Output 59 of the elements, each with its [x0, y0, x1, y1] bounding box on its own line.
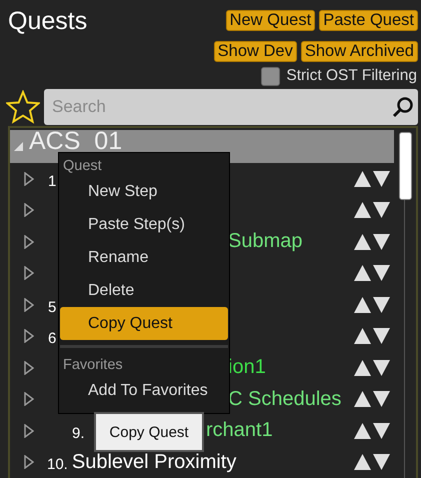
menu-item[interactable]: Rename	[60, 241, 228, 274]
filter-button[interactable]: Show Dev	[214, 41, 297, 62]
move-up-button[interactable]	[354, 360, 371, 376]
expand-arrow-icon[interactable]	[24, 298, 34, 312]
move-up-button[interactable]	[354, 454, 371, 470]
step-number: 5	[48, 298, 56, 316]
move-down-button[interactable]	[373, 454, 390, 470]
move-down-button[interactable]	[373, 391, 390, 408]
move-up-button[interactable]	[354, 391, 371, 408]
star-icon[interactable]	[6, 90, 40, 124]
move-up-button[interactable]	[354, 170, 371, 187]
menu-item[interactable]: Add To Favorites	[60, 374, 228, 407]
quest-name: ACS_01	[29, 130, 122, 152]
expand-arrow-icon[interactable]	[24, 266, 34, 280]
toolbar-button[interactable]: New Quest	[226, 10, 316, 31]
move-up-button[interactable]	[354, 265, 371, 282]
move-up-button[interactable]	[354, 202, 371, 218]
menu-item[interactable]: Paste Step(s)	[60, 208, 228, 241]
tooltip: Copy Quest	[94, 412, 204, 452]
panel-title: Quests	[8, 6, 88, 37]
move-down-button[interactable]	[373, 360, 390, 376]
scrollbar-thumb[interactable]	[398, 132, 412, 200]
move-up-button[interactable]	[354, 296, 371, 313]
expand-arrow-icon[interactable]	[24, 455, 34, 470]
step-name: rchant1	[206, 419, 273, 442]
filter-button[interactable]: Show Archived	[300, 41, 418, 62]
search-icon[interactable]	[392, 96, 414, 118]
toolbar-button[interactable]: Paste Quest	[319, 10, 418, 31]
menu-item[interactable]: Copy Quest	[60, 307, 228, 340]
expand-arrow-icon[interactable]	[24, 329, 34, 344]
step-name: Submap	[228, 230, 302, 254]
checkbox-label: Strict OST Filtering	[286, 67, 417, 85]
move-down-button[interactable]	[373, 328, 390, 344]
menu-section-heading: Favorites	[62, 356, 124, 374]
move-down-button[interactable]	[373, 234, 390, 250]
step-number: 1	[48, 172, 56, 190]
menu-item[interactable]: New Step	[60, 175, 228, 208]
move-up-button[interactable]	[354, 422, 371, 439]
expand-arrow-icon[interactable]	[24, 172, 34, 186]
move-up-button[interactable]	[354, 328, 371, 344]
move-down-button[interactable]	[373, 296, 390, 313]
step-number: 10.	[47, 456, 68, 474]
expand-arrow-icon[interactable]	[24, 392, 34, 406]
expand-arrow-icon[interactable]	[24, 360, 34, 375]
expand-arrow-icon[interactable]	[24, 234, 34, 249]
step-number: 9.	[72, 424, 85, 442]
step-name: Sublevel Proximity	[72, 450, 236, 474]
step-number: 6	[48, 330, 56, 348]
checkbox[interactable]	[261, 66, 280, 86]
move-down-button[interactable]	[373, 422, 390, 439]
move-down-button[interactable]	[373, 265, 390, 282]
move-down-button[interactable]	[373, 170, 390, 187]
move-up-button[interactable]	[354, 234, 371, 250]
expand-arrow-icon[interactable]	[24, 203, 34, 218]
search-field[interactable]: Search	[44, 88, 418, 124]
step-name: ion1	[228, 356, 266, 380]
menu-item[interactable]: Delete	[60, 274, 228, 307]
move-down-button[interactable]	[373, 202, 390, 218]
expand-arrow-icon[interactable]	[24, 424, 34, 438]
